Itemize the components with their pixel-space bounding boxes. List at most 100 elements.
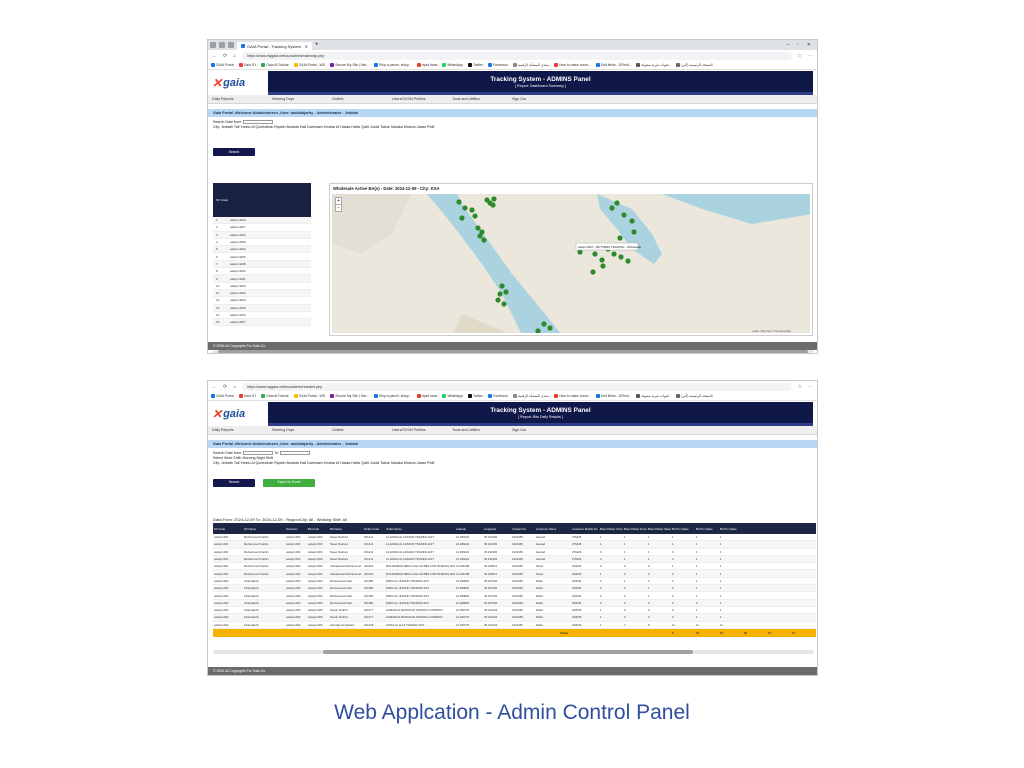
column-header[interactable]: Brand Meter Done (623, 527, 647, 531)
table-row[interactable]: salsprm002 Fisal Aljarhy salsprm003 salsprm… (213, 622, 816, 629)
column-header[interactable]: SV Name (243, 527, 285, 531)
table-row[interactable]: 13 salsprm006 (213, 304, 311, 312)
menu-tools[interactable]: Tools and Utilities (452, 97, 512, 101)
zoom-out-button[interactable]: − (336, 205, 341, 211)
table-row[interactable]: 7 salsprm008 (213, 260, 311, 269)
bookmark-item[interactable]: Edit fields - DFIeld... (595, 394, 631, 399)
scroll-thumb[interactable] (323, 650, 693, 654)
export-excel-button[interactable]: Export to Excel (263, 478, 315, 487)
map-marker[interactable] (590, 269, 596, 275)
date-from-input[interactable] (243, 120, 274, 125)
table-row[interactable]: salsprm001 Mohammed Ibrahim salsprm002 sals… (213, 570, 816, 578)
table-row[interactable]: 1 salsprm003 (213, 217, 311, 225)
bookmark-item[interactable]: GAIA Portal - WD (293, 394, 325, 399)
back-icon[interactable]: ← (212, 53, 217, 59)
city-filter[interactable]: City: Jeddah Taif Yanbu Al Qunfudhah Riy… (213, 461, 812, 466)
bookmark-item[interactable]: Edit fields - DFIeld... (595, 63, 631, 68)
date-to-input[interactable] (279, 451, 310, 456)
city-filter[interactable]: City: Jeddah Taif Yanbu Al Qunfudhah Riy… (213, 125, 812, 130)
map-marker[interactable] (599, 257, 605, 263)
map-marker[interactable] (629, 218, 635, 224)
minimize-icon[interactable]: – (786, 42, 789, 48)
map-marker[interactable] (459, 215, 465, 221)
bookmark-item[interactable]: الصفحة الرئيسية (أثير) (676, 63, 713, 68)
map-marker[interactable] (472, 213, 478, 219)
map-marker[interactable] (477, 233, 483, 239)
map-marker[interactable] (547, 325, 553, 331)
column-header[interactable]: BA Name (329, 527, 363, 531)
table-row[interactable]: 8 salsprm002 (213, 268, 311, 276)
table-row[interactable]: 9 salsprm001 (213, 275, 311, 283)
column-header[interactable]: BA Pro Sales (695, 527, 719, 531)
bookmark-item[interactable]: Secure My Site | Net... (330, 63, 369, 68)
reload-icon[interactable]: ⟳ (223, 53, 227, 59)
bookmark-item[interactable]: Twitter (467, 394, 483, 399)
map-marker[interactable] (614, 200, 620, 206)
menu-sign-out[interactable]: Sign Out (512, 428, 572, 432)
map-marker[interactable] (503, 289, 509, 295)
map-marker[interactable] (600, 263, 606, 269)
back-icon[interactable]: ← (212, 384, 217, 390)
menu-tools[interactable]: Tools and Utilities (452, 428, 512, 432)
zoom-in-button[interactable]: + (336, 198, 341, 205)
table-row[interactable]: 2 salsprm007 (213, 224, 311, 232)
column-header[interactable]: Brand Meter Sales (647, 527, 671, 531)
star-icon[interactable]: ☆ (798, 53, 802, 59)
bookmark-item[interactable]: Facebook (487, 63, 508, 68)
horizontal-scrollbar[interactable] (213, 650, 814, 654)
map-canvas[interactable]: salsprm007 - BUTTERS TRADING - Wholesale… (332, 194, 810, 333)
bookmark-item[interactable]: How to make count... (554, 394, 591, 399)
table-row[interactable]: salsprm001 Mohammed Ibrahim salsprm004 sals… (213, 549, 816, 556)
map-marker[interactable] (456, 199, 462, 205)
table-row[interactable]: 3 salsprm002 (213, 231, 311, 239)
table-row[interactable]: salsprm002 Fisal Aljarhy salsprm003 salsprm… (213, 614, 816, 622)
bookmark-item[interactable]: GAIA Portal (211, 63, 234, 68)
column-header[interactable]: Brand Meter Check (599, 527, 623, 531)
map-marker[interactable] (481, 237, 487, 243)
gaia-logo[interactable]: ✕ gaia (212, 71, 268, 95)
bookmark-item[interactable]: قنوات غيرية منقولة... (636, 63, 671, 68)
bookmark-item[interactable]: Twitter (467, 63, 483, 68)
bookmark-item[interactable]: قنوات غيرية منقولة... (636, 394, 671, 399)
table-row[interactable]: 4 salsprm006 (213, 239, 311, 247)
url-field[interactable]: https://www.mygaia.net/sso/admin/mainmap… (242, 51, 792, 60)
column-header[interactable]: BA Code (307, 527, 329, 531)
map-marker[interactable] (490, 202, 496, 208)
maximize-icon[interactable]: ▫ (797, 42, 799, 48)
table-row[interactable]: 14 salsprm003 (213, 312, 311, 320)
map-marker[interactable] (611, 251, 617, 257)
column-header[interactable]: Customer Mobile No (571, 527, 599, 531)
bookmark-item[interactable]: Ship a parcel, shipp... (374, 394, 412, 399)
table-row[interactable]: 11 salsprm004 (213, 289, 311, 298)
map-marker[interactable] (592, 251, 598, 257)
star-icon[interactable]: ☆ (798, 384, 802, 390)
bookmark-item[interactable]: Gaia SY (238, 63, 256, 68)
bookmark-item[interactable]: WhatsApp (442, 394, 463, 399)
table-row[interactable]: salsprm001 Mohammed Ibrahim salsprm004 sals… (213, 534, 816, 542)
column-header[interactable]: BA Pro Sales (671, 527, 695, 531)
bookmark-item[interactable]: Gaia SY (238, 394, 256, 399)
table-row[interactable]: 15 salsprm007 (213, 319, 311, 327)
column-header[interactable]: Outlet Name (385, 527, 455, 531)
map-marker[interactable] (495, 297, 501, 303)
table-row[interactable]: salsprm001 Mohammed Ibrahim salsprm004 sals… (213, 555, 816, 564)
bookmark-item[interactable]: riyad bank (416, 63, 437, 68)
map-marker[interactable] (497, 291, 503, 297)
bookmark-item[interactable]: Gaia Al Fakhar (261, 63, 289, 68)
table-row[interactable]: salsprm002 Fisal Aljarhy salsprm003 salsprm… (213, 585, 816, 593)
new-tab-icon[interactable]: + (315, 42, 319, 48)
table-row[interactable]: salsprm001 Mohammed Ibrahim salsprm002 sals… (213, 563, 816, 571)
column-header[interactable]: Contact No (511, 527, 535, 531)
bookmark-item[interactable]: منتدى المنشأة الرقمية (512, 63, 549, 68)
bookmark-item[interactable]: WhatsApp (442, 63, 463, 68)
bookmark-item[interactable]: GAIA Portal - WD (293, 63, 325, 68)
table-row[interactable]: salsprm001 Mohammed Ibrahim salsprm004 sals… (213, 541, 816, 549)
menu-outlets[interactable]: Outlets (332, 428, 392, 432)
horizontal-scrollbar[interactable] (213, 350, 814, 353)
tab-list-icon[interactable] (228, 42, 234, 48)
column-header[interactable]: Outlet Code (363, 527, 385, 531)
map-marker[interactable] (621, 212, 627, 218)
bookmark-item[interactable]: منتدى المنشأة الرقمية (512, 394, 549, 399)
scroll-thumb[interactable] (218, 350, 808, 353)
profile-icon[interactable] (210, 42, 216, 48)
